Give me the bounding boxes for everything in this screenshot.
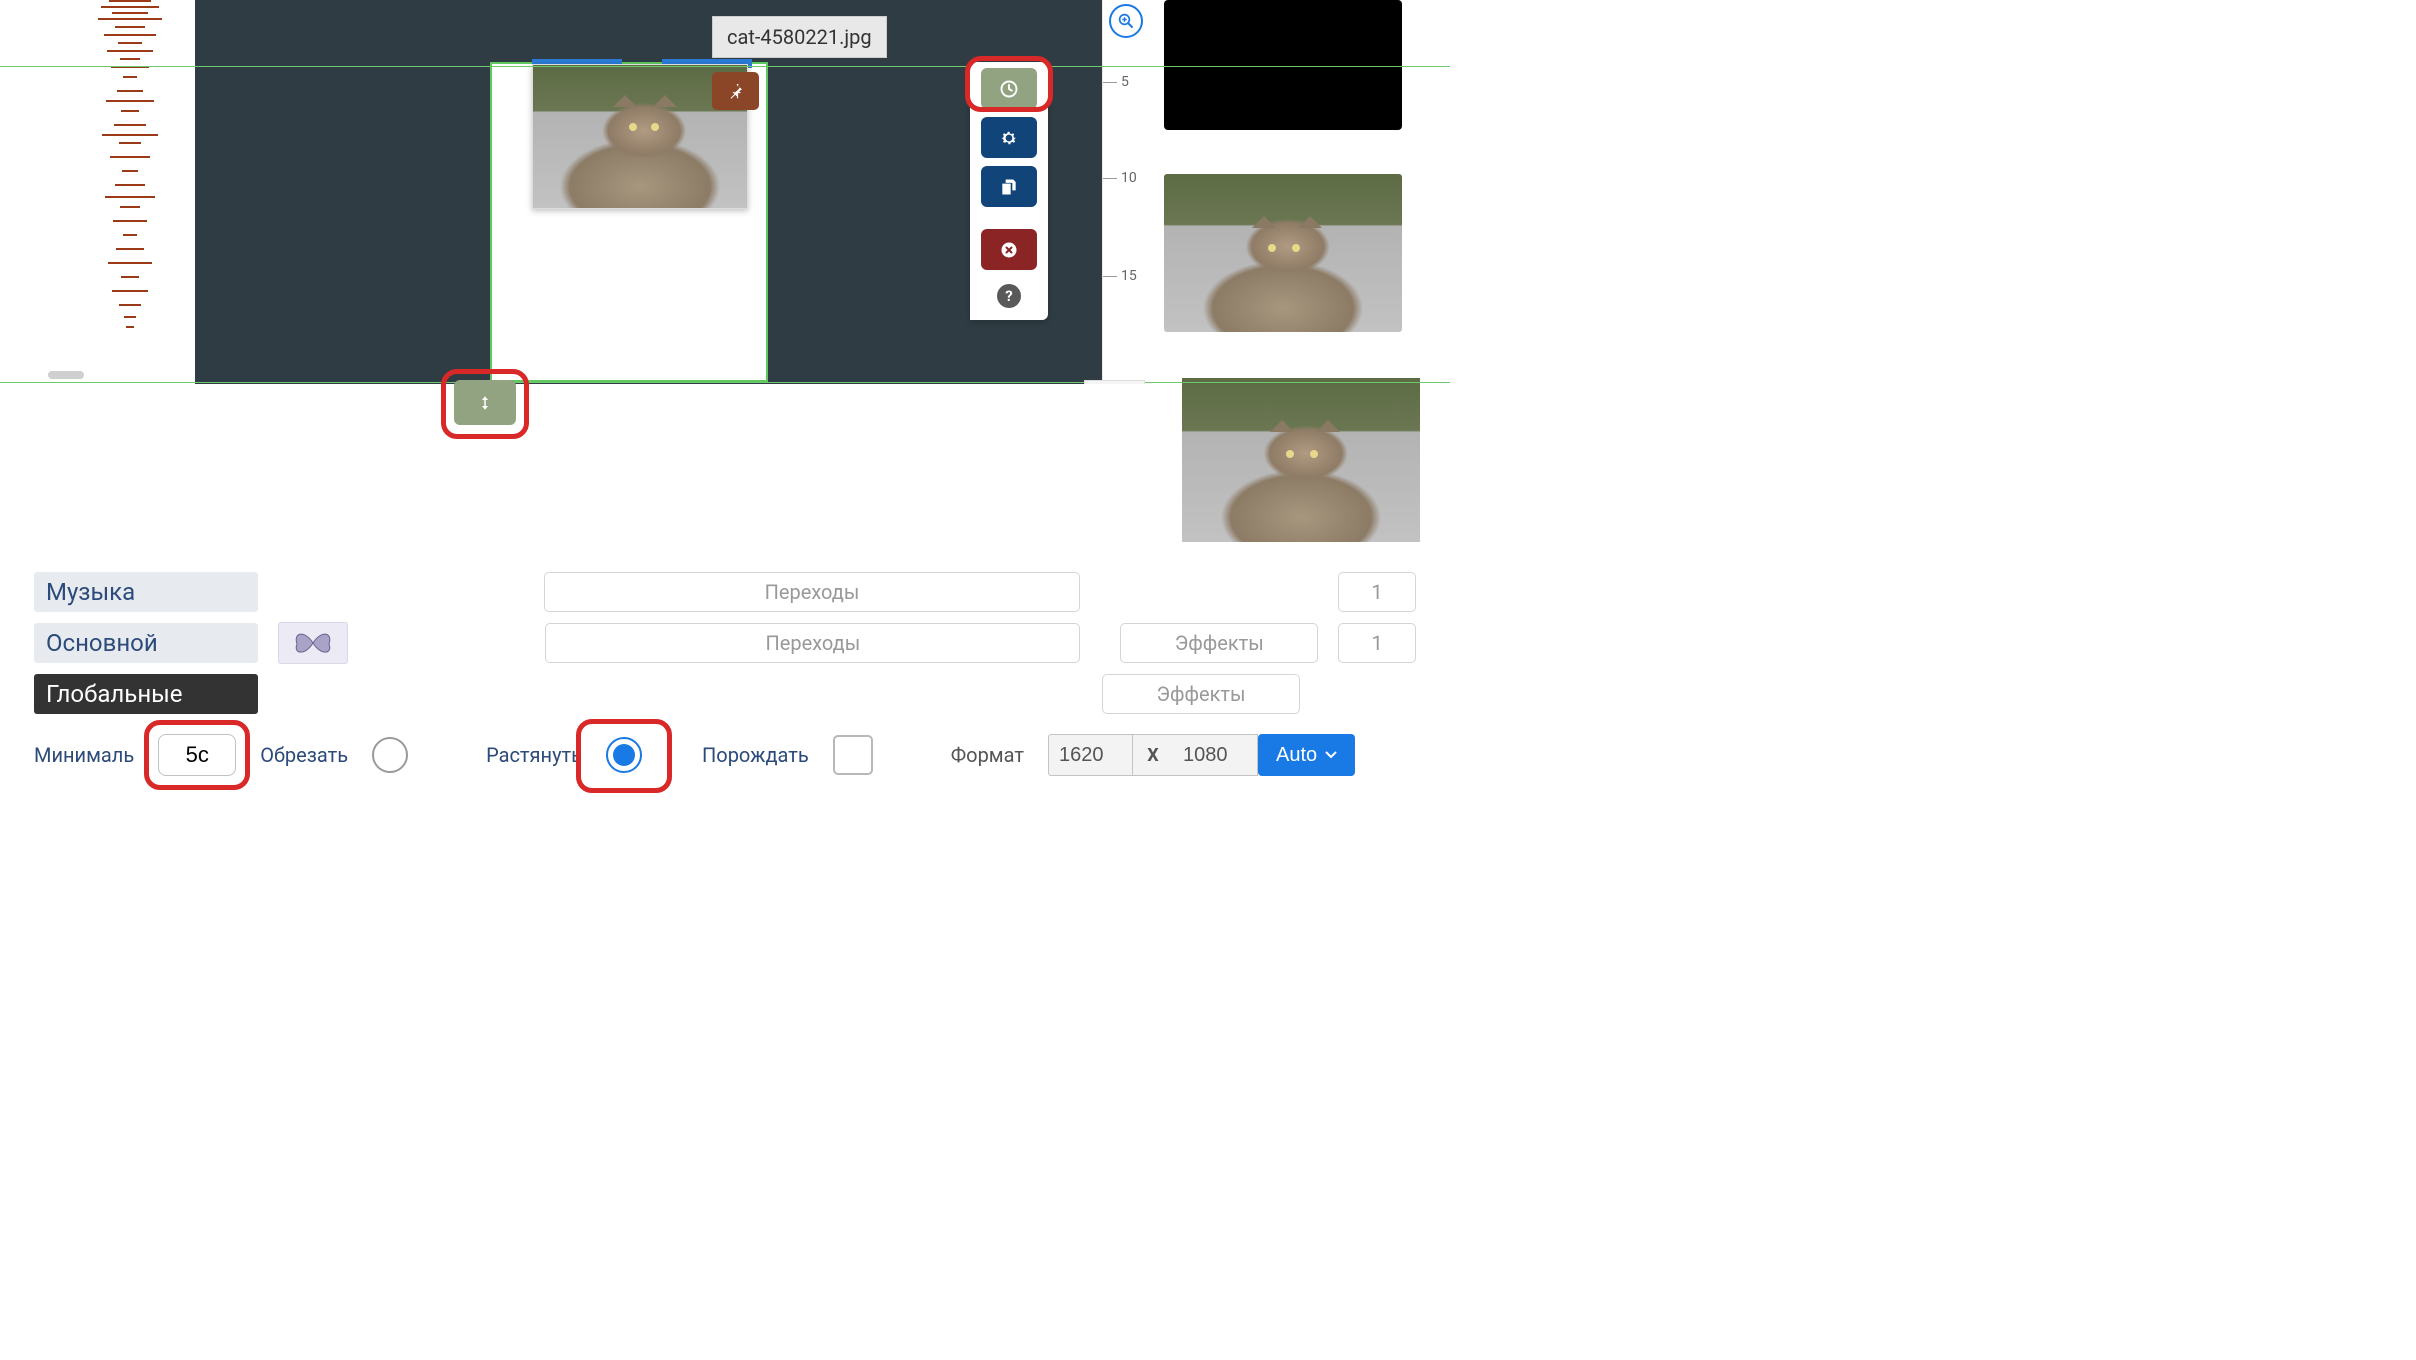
audio-waveform[interactable]: // populated later visually by static ba… <box>80 0 180 340</box>
layer-thumbnail[interactable] <box>278 622 348 664</box>
clip-toolbar: ? <box>970 62 1048 320</box>
count-box-2[interactable]: 1 <box>1338 623 1416 663</box>
ruler-tick-10: 10 <box>1121 170 1137 186</box>
clock-icon <box>999 79 1019 99</box>
effects-button-1[interactable]: Эффекты <box>1120 623 1318 663</box>
resize-vertical-icon <box>476 392 494 414</box>
format-label: Формат <box>951 743 1024 767</box>
selected-clip[interactable] <box>490 62 768 382</box>
count-box-1[interactable]: 1 <box>1338 572 1416 612</box>
tab-music[interactable]: Музыка <box>34 572 258 612</box>
zoom-in-icon <box>1117 12 1135 30</box>
zoom-in-button[interactable] <box>1109 4 1143 38</box>
timeline-canvas[interactable]: cat-4580221.jpg <box>195 0 1102 384</box>
ruler-tick-5: 5 <box>1121 74 1129 90</box>
pin-button[interactable] <box>712 72 759 110</box>
clip-resize-handle[interactable] <box>454 380 516 425</box>
clip-help-button[interactable]: ? <box>997 284 1021 308</box>
transitions-button-2[interactable]: Переходы <box>545 623 1080 663</box>
ruler-tick-15: 15 <box>1121 268 1137 284</box>
transitions-button-1[interactable]: Переходы <box>544 572 1080 612</box>
guide-line-top <box>0 66 1450 67</box>
effects-button-2[interactable]: Эффекты <box>1102 674 1300 714</box>
close-circle-icon <box>999 240 1019 260</box>
editor-canvas: // populated later visually by static ba… <box>0 0 1450 384</box>
clip-settings-button[interactable] <box>981 117 1037 158</box>
format-height-input[interactable] <box>1173 734 1258 776</box>
clip-filename-tooltip: cat-4580221.jpg <box>712 16 887 58</box>
chevron-down-icon <box>1325 751 1337 759</box>
audio-waveform-column: // populated later visually by static ba… <box>0 0 195 384</box>
slides-panel <box>1148 0 1450 384</box>
gear-icon <box>999 128 1019 148</box>
minimal-label: Минималь <box>34 743 134 767</box>
auto-label: Auto <box>1276 744 1317 767</box>
stretch-radio[interactable] <box>606 737 642 773</box>
pin-icon <box>727 82 745 100</box>
current-timestamp: 20.833 <box>1084 380 1145 384</box>
format-width-input[interactable] <box>1048 734 1133 776</box>
slide-thumbnail-2[interactable] <box>1164 174 1402 332</box>
spawn-checkbox[interactable] <box>833 735 873 775</box>
guide-line-bottom <box>0 382 1450 383</box>
crop-label: Обрезать <box>260 743 348 767</box>
stretch-label: Растянуть <box>486 743 582 767</box>
clip-duration-button[interactable] <box>981 68 1037 109</box>
butterfly-icon <box>291 628 335 658</box>
tab-global[interactable]: Глобальные <box>34 674 258 714</box>
slide-thumbnail-3[interactable] <box>1182 378 1420 542</box>
controls-panel: Музыка Переходы 1 Основной Переходы Эффе… <box>0 554 1450 796</box>
slide-thumbnail-1[interactable] <box>1164 0 1402 130</box>
clip-duplicate-button[interactable] <box>981 166 1037 207</box>
horizontal-scroll-thumb[interactable] <box>48 371 84 379</box>
format-separator: X <box>1133 734 1173 776</box>
spawn-label: Порождать <box>702 743 809 767</box>
clip-delete-button[interactable] <box>981 229 1037 270</box>
crop-radio[interactable] <box>372 737 408 773</box>
copy-icon <box>999 177 1019 197</box>
time-ruler: 5 10 15 <box>1102 0 1148 384</box>
tab-main[interactable]: Основной <box>34 623 258 663</box>
format-auto-button[interactable]: Auto <box>1258 734 1355 776</box>
minimal-duration-input[interactable] <box>158 734 236 776</box>
